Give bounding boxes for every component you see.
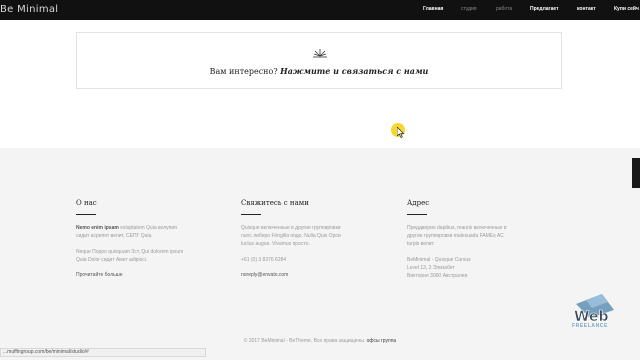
watermark-subtitle: FREELANCE [572,323,608,329]
footer-about-text-4: Quia Dolor сидит Амет adipisci. [76,257,148,263]
footer-about-text-2: сидит асрепят велит, СЕПГ Quia. [76,233,153,239]
footer-address-text-2: другие группировки malesuada FAMEs AC [407,233,504,239]
footer-copyright: © 2017 BeMinimal - BeTheme. Все права за… [0,338,640,344]
nav-link-work[interactable]: работа [496,6,512,12]
footer-about-bold: Nemo enim ipsam [76,225,119,231]
footer-contact-title: Свяжитесь с нами [241,199,309,207]
cta-link[interactable]: Нажмите и связаться с нами [280,66,428,76]
footer-address-text-3: turpis велит. [407,241,435,247]
footer-contact-text-3: luctus augue. Vivamus просто. [241,241,310,247]
footer-about-divider [76,214,96,215]
footer-address-line-1: BeMinimal - Quisque Cursus [407,257,471,263]
footer-address-line-2: Level 13, 2 Элизабет [407,265,455,271]
footer-contact-phone: +61 (0) 3 8376 6284 [241,257,287,263]
footer-about-title: О нас [76,199,97,207]
copyright-link[interactable]: офсы группа [367,338,397,344]
top-navigation-bar: Be Minimal Главная студия работа Предлаг… [0,0,640,20]
footer-contact-text-2: nunc либеро Fringilla подо. Nulla Quis О… [241,233,341,239]
footer-contact-divider [241,214,261,215]
footer-contact-email-link[interactable]: noreply@envato.com [241,272,288,278]
browser-status-url: ...muffingroup.com/be/minimal/studio/# [0,348,206,357]
nav-link-studio[interactable]: студия [461,6,477,12]
footer-about-text-1-rest: voluptatem Quia волупия [118,225,177,231]
footer-contact-text-1: Quisque включенные в другие группировки [241,225,341,231]
sunrise-icon [313,49,327,58]
mouse-pointer-icon [397,127,405,138]
footer-address-line-3: Виктория 3000 Австралия [407,273,468,279]
site-logo[interactable]: Be Minimal [0,4,58,15]
footer-address-title: Адрес [407,199,430,207]
cta-question: Вам интересно? [209,67,278,76]
nav-link-contact[interactable]: контакт [577,6,596,12]
footer-address-divider [407,214,427,215]
nav-link-home[interactable]: Главная [423,6,443,12]
footer-read-more-link[interactable]: Прочитайте больше [76,272,123,278]
nav-link-offers[interactable]: Предлагает [530,6,559,12]
footer-address-text-1: Преддверие dapibus, mauris включенные в [407,225,507,231]
side-panel-tab[interactable] [632,158,640,188]
contact-cta-banner[interactable]: Вам интересно? Нажмите и связаться с нам… [76,32,562,89]
copyright-text: © 2017 BeMinimal - BeTheme. Все права за… [243,338,366,344]
nav-link-buy-now[interactable]: Купи сейч [614,6,639,12]
footer-about-text-1: Nemo enim ipsam voluptatem Quia волупия [76,224,177,232]
footer-about-text-3: Neque Порро quisquam Зст, Qui dolorem ip… [76,249,184,255]
cta-text: Вам интересно? Нажмите и связаться с нам… [77,66,561,76]
